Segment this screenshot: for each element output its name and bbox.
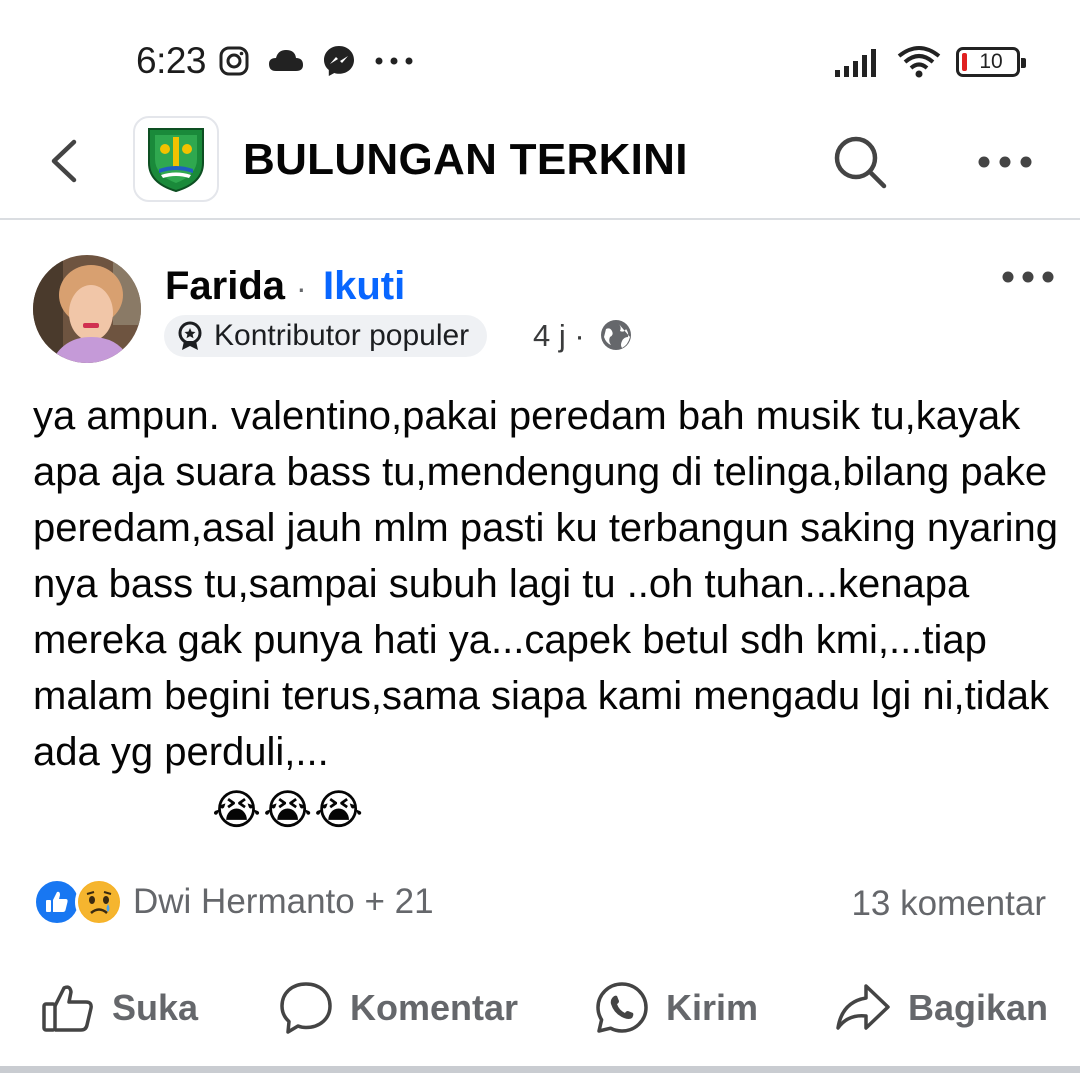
more-dots-icon [375, 57, 413, 65]
signal-icon [835, 49, 876, 77]
search-button[interactable] [830, 132, 890, 192]
name-separator: · [296, 270, 307, 306]
like-button[interactable]: Suka [40, 980, 198, 1036]
post-text-content: ya ampun. valentino,pakai peredam bah mu… [33, 394, 1070, 774]
comment-button[interactable]: Komentar [278, 980, 518, 1036]
battery-icon: 10 [956, 47, 1026, 77]
more-icon [1002, 271, 1054, 283]
sad-reaction-icon [75, 878, 123, 926]
comments-count[interactable]: 13 komentar [851, 884, 1046, 924]
globe-icon [600, 319, 632, 351]
avatar-image [33, 255, 141, 363]
instagram-icon [219, 46, 249, 76]
messenger-icon [324, 46, 354, 76]
send-label: Kirim [666, 987, 759, 1028]
send-button[interactable]: Kirim [594, 980, 758, 1036]
page-logo[interactable] [133, 116, 219, 202]
post-more-button[interactable] [1000, 262, 1056, 292]
share-label: Bagikan [908, 987, 1049, 1028]
page-title[interactable]: BULUNGAN TERKINI [243, 135, 688, 185]
like-label: Suka [112, 987, 199, 1028]
comment-label: Komentar [350, 987, 519, 1028]
back-icon [51, 139, 77, 183]
author-avatar[interactable] [33, 255, 141, 363]
status-time: 6:23 [136, 40, 207, 81]
cloud-icon [269, 50, 303, 71]
back-button[interactable] [40, 136, 90, 186]
post-text: ya ampun. valentino,pakai peredam bah mu… [33, 388, 1063, 780]
more-icon [978, 156, 1032, 168]
search-icon [834, 136, 887, 189]
post-timestamp[interactable]: 4 j · [533, 318, 585, 354]
status-icons-left [218, 44, 414, 78]
header-more-button[interactable] [975, 142, 1035, 182]
award-icon [178, 321, 202, 350]
status-icons-right: 10 [834, 44, 1026, 80]
crying-emoji-icon: 😭 [212, 786, 262, 833]
like-reaction-icon [33, 878, 81, 926]
share-button[interactable]: Bagikan [834, 980, 1048, 1036]
reactors-label[interactable]: Dwi Hermanto + 21 [133, 882, 434, 922]
post-emoji-row: 😭 😭 😭 [212, 782, 363, 838]
page-emblem-icon [148, 128, 204, 193]
share-icon [836, 984, 890, 1030]
bottom-separator [0, 1066, 1080, 1073]
author-name[interactable]: Farida [165, 264, 285, 309]
contributor-badge[interactable]: Kontributor populer [164, 315, 488, 357]
wifi-icon [897, 46, 941, 78]
crying-emoji-icon: 😭 [263, 786, 313, 833]
header-divider [0, 218, 1080, 220]
whatsapp-icon [596, 982, 648, 1033]
comment-icon [280, 982, 332, 1034]
like-icon [42, 985, 93, 1032]
battery-level: 10 [979, 50, 1003, 73]
reactions-summary[interactable]: Dwi Hermanto + 21 [33, 878, 434, 926]
follow-button[interactable]: Ikuti [323, 264, 405, 309]
badge-label: Kontributor populer [214, 319, 470, 352]
crying-emoji-icon: 😭 [314, 786, 364, 833]
